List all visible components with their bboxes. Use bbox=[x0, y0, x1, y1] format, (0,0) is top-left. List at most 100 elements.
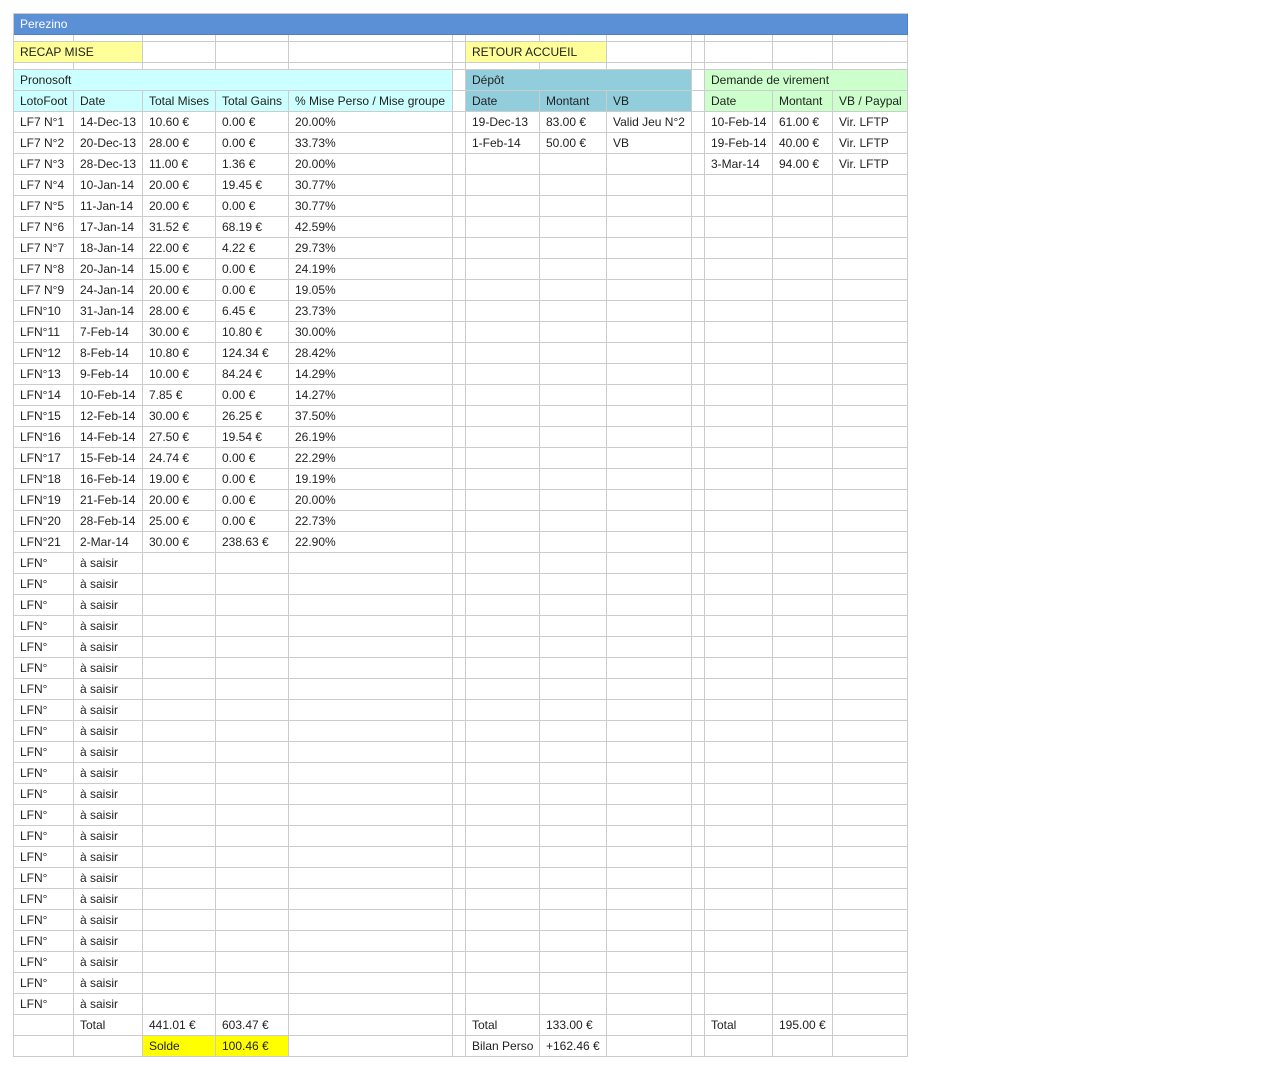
empty-cell bbox=[833, 721, 908, 742]
empty-cell bbox=[833, 469, 908, 490]
empty-cell bbox=[540, 994, 607, 1015]
empty-cell bbox=[466, 574, 540, 595]
empty-cell bbox=[466, 763, 540, 784]
empty-cell bbox=[705, 427, 773, 448]
empty-cell bbox=[453, 490, 466, 511]
table-row: LFN°18 16-Feb-14 19.00 €0.00 €19.19% bbox=[14, 469, 908, 490]
date-cell: 20-Dec-13 bbox=[74, 133, 143, 154]
empty-cell bbox=[453, 595, 466, 616]
empty-cell bbox=[466, 364, 540, 385]
lotofoot-cell: LFN° bbox=[14, 889, 74, 910]
lotofoot-cell: LF7 N°5 bbox=[14, 196, 74, 217]
empty-cell bbox=[540, 448, 607, 469]
mise-percent-cell: 20.00% bbox=[289, 154, 453, 175]
table-row: LFN° à saisir bbox=[14, 658, 908, 679]
lotofoot-cell: LFN° bbox=[14, 721, 74, 742]
empty-cell bbox=[705, 784, 773, 805]
empty-cell bbox=[540, 301, 607, 322]
empty-cell bbox=[216, 763, 289, 784]
empty-cell bbox=[833, 280, 908, 301]
empty-cell bbox=[540, 280, 607, 301]
depot-montant-cell: 50.00 € bbox=[540, 133, 607, 154]
empty-cell bbox=[453, 574, 466, 595]
empty-cell bbox=[773, 343, 833, 364]
empty-cell bbox=[705, 742, 773, 763]
empty-cell bbox=[692, 343, 705, 364]
empty-cell bbox=[466, 490, 540, 511]
empty-cell bbox=[705, 42, 773, 63]
empty-cell bbox=[216, 63, 289, 70]
empty-cell bbox=[453, 427, 466, 448]
empty-cell bbox=[692, 70, 705, 91]
empty-cell bbox=[14, 1015, 74, 1036]
empty-cell bbox=[453, 301, 466, 322]
retour-accueil-link[interactable]: RETOUR ACCUEIL bbox=[466, 42, 607, 63]
empty-cell bbox=[692, 847, 705, 868]
empty-cell bbox=[289, 952, 453, 973]
empty-cell bbox=[143, 742, 216, 763]
table-row: LFN° à saisir bbox=[14, 931, 908, 952]
empty-cell bbox=[14, 63, 74, 70]
empty-cell bbox=[289, 553, 453, 574]
virement-date-cell: 19-Feb-14 bbox=[705, 133, 773, 154]
empty-cell bbox=[833, 511, 908, 532]
empty-cell bbox=[453, 553, 466, 574]
empty-cell bbox=[773, 742, 833, 763]
empty-cell bbox=[453, 700, 466, 721]
empty-cell bbox=[143, 63, 216, 70]
empty-cell bbox=[453, 42, 466, 63]
bilan-perso-value: +162.46 € bbox=[540, 1036, 607, 1057]
empty-cell bbox=[289, 616, 453, 637]
empty-cell bbox=[540, 721, 607, 742]
total-gains-cell: 1.36 € bbox=[216, 154, 289, 175]
empty-cell bbox=[216, 574, 289, 595]
empty-cell bbox=[705, 35, 773, 42]
total-mises-cell: 20.00 € bbox=[143, 490, 216, 511]
empty-cell bbox=[773, 1036, 833, 1057]
empty-cell bbox=[773, 175, 833, 196]
empty-cell bbox=[540, 553, 607, 574]
total-mises-cell: 11.00 € bbox=[143, 154, 216, 175]
empty-cell bbox=[692, 973, 705, 994]
empty-cell bbox=[773, 301, 833, 322]
empty-cell bbox=[833, 826, 908, 847]
empty-cell bbox=[453, 805, 466, 826]
empty-cell bbox=[466, 154, 540, 175]
empty-cell bbox=[453, 721, 466, 742]
total-gains-cell: 0.00 € bbox=[216, 469, 289, 490]
table-row: LFN° à saisir bbox=[14, 847, 908, 868]
date-cell: 2-Mar-14 bbox=[74, 532, 143, 553]
empty-cell bbox=[705, 700, 773, 721]
header-virement-montant: Montant bbox=[773, 91, 833, 112]
empty-cell bbox=[692, 658, 705, 679]
empty-cell bbox=[216, 952, 289, 973]
empty-cell bbox=[692, 35, 705, 42]
empty-cell bbox=[289, 637, 453, 658]
empty-cell bbox=[773, 406, 833, 427]
depot-montant-cell: 83.00 € bbox=[540, 112, 607, 133]
empty-cell bbox=[773, 532, 833, 553]
empty-cell bbox=[289, 868, 453, 889]
empty-cell bbox=[143, 658, 216, 679]
empty-cell bbox=[466, 700, 540, 721]
empty-cell bbox=[216, 889, 289, 910]
empty-cell bbox=[692, 385, 705, 406]
empty-cell bbox=[466, 553, 540, 574]
empty-cell bbox=[216, 994, 289, 1015]
header-lotofoot: LotoFoot bbox=[14, 91, 74, 112]
empty-cell bbox=[289, 1036, 453, 1057]
date-cell: à saisir bbox=[74, 658, 143, 679]
lotofoot-cell: LFN° bbox=[14, 784, 74, 805]
empty-cell bbox=[833, 910, 908, 931]
empty-cell bbox=[692, 826, 705, 847]
empty-cell bbox=[773, 448, 833, 469]
empty-cell bbox=[833, 553, 908, 574]
empty-cell bbox=[607, 42, 692, 63]
empty-cell bbox=[289, 63, 453, 70]
lotofoot-cell: LF7 N°9 bbox=[14, 280, 74, 301]
empty-cell bbox=[540, 679, 607, 700]
empty-cell bbox=[833, 784, 908, 805]
empty-cell bbox=[833, 952, 908, 973]
empty-cell bbox=[216, 847, 289, 868]
empty-cell bbox=[216, 700, 289, 721]
